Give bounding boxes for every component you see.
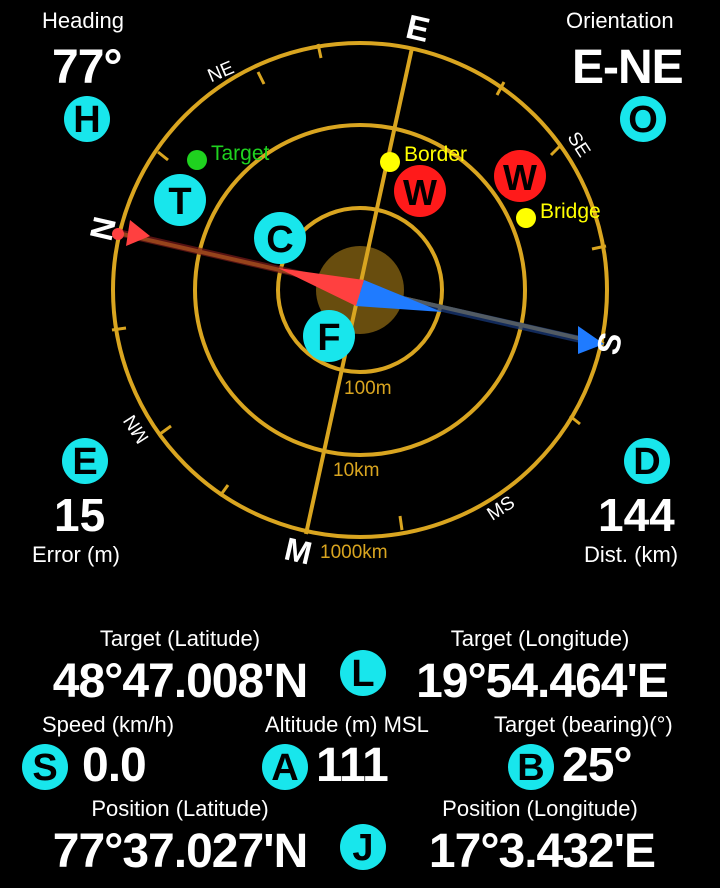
speed-label: Speed (km/h) [42,712,175,737]
border-marker[interactable] [380,152,400,172]
center-badge-letter: C [266,219,293,261]
target-lat-value: 48°47.008'N [52,655,308,708]
target-badge-letter: T [168,181,191,223]
position-lon-label: Position (Longitude) [442,796,638,821]
direction-ms: MS [484,492,519,525]
speed-value: 0.0 [82,739,147,792]
position-lon-value: 17°3.432'E [428,825,656,878]
position-lon-badge[interactable]: J [340,824,386,870]
altitude-label: Altitude (m) MSL [265,712,429,737]
border-marker-label: Border [404,143,467,166]
direction-n: N [83,213,123,244]
ring-label-100m: 100m [344,378,392,399]
target-lon-label: Target (Longitude) [450,626,630,651]
direction-ne: NE [205,57,238,87]
bridge-marker-label: Bridge [540,200,601,223]
direction-e: E [402,8,433,50]
focus-badge-letter: F [317,317,340,359]
ring-label-10km: 10km [333,460,379,481]
bearing-badge[interactable]: B [508,744,554,790]
error-value: 15 [54,489,106,541]
error-label: Error (m) [32,542,120,567]
distance-value: 144 [598,489,675,541]
bridge-marker[interactable] [516,208,536,228]
bearing-value: 25° [562,739,633,792]
target-marker[interactable] [187,150,207,170]
target-lon-badge[interactable]: L [340,650,386,696]
direction-m: M [281,530,315,571]
target-marker-label: Target [211,142,270,165]
direction-s: S [589,329,629,358]
target-lon-value: 19°54.464'E [416,655,669,708]
ring-label-1000km: 1000km [320,542,388,563]
distance-label: Dist. (km) [584,542,679,567]
error-badge[interactable]: E [62,438,108,484]
position-lat-label: Position (Latitude) [91,796,269,821]
warning-badge-2-letter: W [503,157,537,198]
distance-badge[interactable]: D [624,438,670,484]
position-lat-value: 77°37.027'N [52,825,308,878]
altitude-badge[interactable]: A [262,744,308,790]
target-lat-label: Target (Latitude) [99,626,261,651]
bearing-label: Target (bearing)(°) [494,712,673,737]
altitude-value: 111 [316,739,389,792]
warning-badge-1-letter: W [403,172,437,213]
speed-badge[interactable]: S [22,744,68,790]
